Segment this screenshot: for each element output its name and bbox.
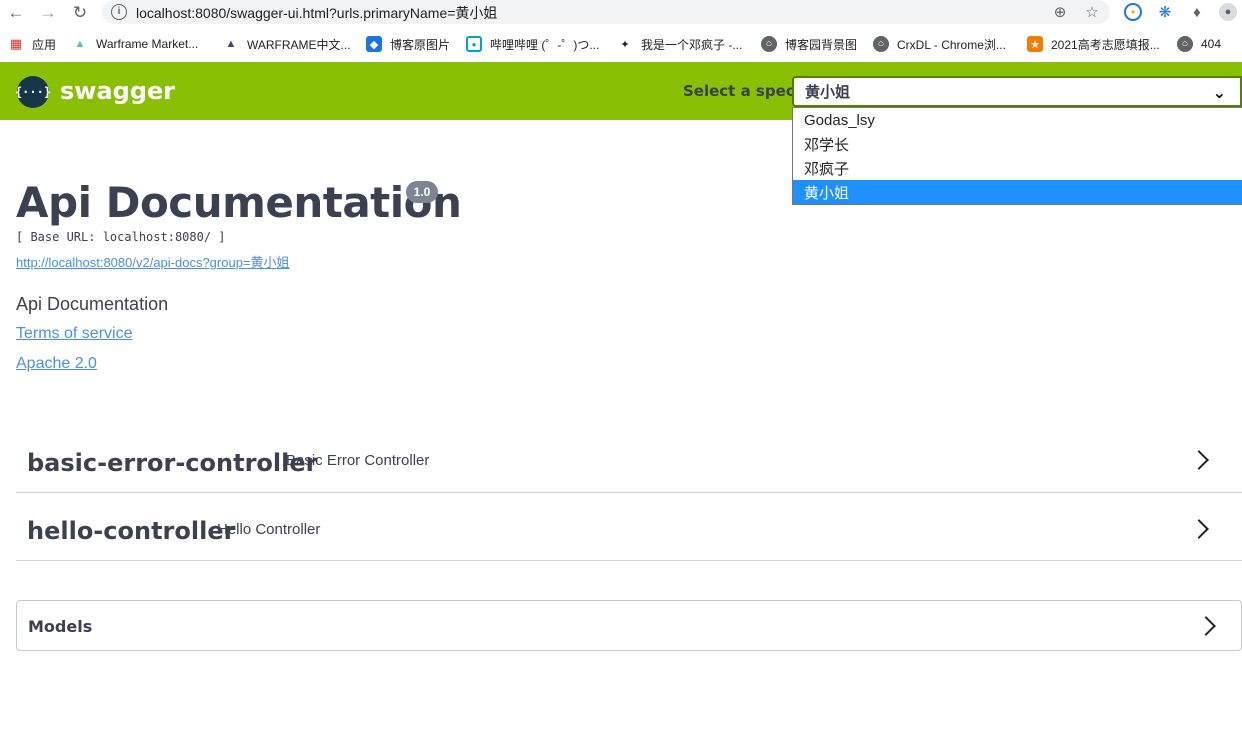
- models-title: Models: [28, 617, 93, 636]
- site-info-icon[interactable]: i: [111, 4, 127, 20]
- bookmark-apps[interactable]: ▦ 应用: [8, 35, 56, 53]
- extension-google-icon[interactable]: •: [1124, 3, 1142, 21]
- bookmark-blog-images[interactable]: ◆ 博客原图片: [366, 35, 450, 53]
- globe-icon: ○: [873, 36, 889, 52]
- reload-icon[interactable]: ↻: [69, 2, 91, 24]
- models-section[interactable]: Models: [16, 600, 1242, 651]
- bookmark-label: 博客园背景图: [785, 37, 858, 52]
- bookmark-label: Warframe Market...: [96, 37, 199, 51]
- zoom-icon[interactable]: ⊕: [1050, 2, 1070, 22]
- api-title: Api Documentation: [16, 178, 462, 227]
- controller-name[interactable]: hello-controller: [27, 517, 235, 545]
- bookmark-star-icon[interactable]: ☆: [1082, 2, 1102, 22]
- back-arrow-icon[interactable]: ←: [5, 2, 27, 24]
- warframe-market-icon: ▲: [74, 38, 86, 50]
- chevron-right-icon[interactable]: [1196, 616, 1216, 636]
- bilibili-icon: ●: [466, 36, 482, 52]
- spec-option[interactable]: Godas_lsy: [793, 108, 1242, 132]
- base-url: [ Base URL: localhost:8080/ ]: [16, 230, 226, 244]
- api-docs-link[interactable]: http://localhost:8080/v2/api-docs?group=…: [16, 252, 290, 271]
- controller-section-hello[interactable]: hello-controller Hello Controller: [16, 493, 1242, 561]
- bookmark-label: WARFRAME中文...: [247, 37, 351, 52]
- extensions-puzzle-icon[interactable]: ♦: [1188, 3, 1206, 21]
- bookmark-label: 我是一个邓疯子 -...: [641, 37, 743, 52]
- forward-arrow-icon[interactable]: →: [37, 2, 59, 24]
- address-url[interactable]: localhost:8080/swagger-ui.html?urls.prim…: [136, 3, 497, 23]
- bookmark-label: 哔哩哔哩 (゜-゜)つ...: [490, 37, 600, 52]
- bookmark-crxdl[interactable]: ○ CrxDL - Chrome浏...: [873, 35, 1006, 53]
- version-badge: 1.0: [406, 181, 438, 203]
- ninja-icon: ✦: [620, 38, 630, 51]
- bookmark-warframe-market[interactable]: ▲ Warframe Market...: [72, 35, 199, 53]
- bookmark-label: 2021高考志愿填报...: [1051, 37, 1160, 52]
- spec-dropdown-list: Godas_lsy 邓学长 邓疯子 黄小姐: [792, 107, 1242, 205]
- bookmark-label: CrxDL - Chrome浏...: [897, 37, 1006, 52]
- globe-icon: ○: [1177, 36, 1193, 52]
- bookmark-blog-bg[interactable]: ○ 博客园背景图: [761, 35, 857, 53]
- spec-option[interactable]: 邓疯子: [793, 156, 1242, 180]
- bookmark-label: 博客原图片: [390, 37, 451, 52]
- spec-option[interactable]: 邓学长: [793, 132, 1242, 156]
- page-root: ← → ↻ i localhost:8080/swagger-ui.html?u…: [0, 0, 1242, 743]
- select-spec-label: Select a spec: [683, 82, 795, 100]
- bookmark-dengfengzi[interactable]: ✦ 我是一个邓疯子 -...: [617, 35, 742, 53]
- chevron-right-icon[interactable]: [1189, 519, 1209, 539]
- bookmark-label: 404: [1201, 37, 1222, 51]
- controller-description: Basic Error Controller: [286, 452, 430, 469]
- apps-grid-icon: ▦: [9, 36, 23, 51]
- bookmark-label: 应用: [32, 37, 57, 52]
- spec-select[interactable]: 黄小姐 ⌄: [792, 76, 1242, 107]
- spec-option-selected[interactable]: 黄小姐: [793, 180, 1242, 204]
- gaokao-icon: ★: [1027, 36, 1043, 52]
- globe-icon: ○: [761, 36, 777, 52]
- extension-react-icon[interactable]: ❋: [1156, 3, 1174, 21]
- license-link[interactable]: Apache 2.0: [16, 355, 97, 373]
- blog-image-icon: ◆: [366, 36, 382, 52]
- spec-selected-value: 黄小姐: [805, 84, 851, 101]
- controller-name[interactable]: basic-error-controller: [27, 449, 317, 477]
- controller-section-basic-error[interactable]: basic-error-controller Basic Error Contr…: [16, 429, 1242, 493]
- terms-of-service-link[interactable]: Terms of service: [16, 325, 132, 343]
- bookmarks-bar: ▦ 应用 ▲ Warframe Market... ▲ WARFRAME中文..…: [0, 30, 1242, 58]
- api-description: Api Documentation: [16, 294, 169, 314]
- warframe-icon: ▲: [225, 38, 237, 50]
- bookmark-bilibili[interactable]: ● 哔哩哔哩 (゜-゜)つ...: [466, 35, 599, 53]
- bookmark-gaokao[interactable]: ★ 2021高考志愿填报...: [1027, 35, 1160, 53]
- chevron-down-icon: ⌄: [1212, 85, 1226, 102]
- chevron-right-icon[interactable]: [1189, 450, 1209, 470]
- bookmark-404[interactable]: ○ 404: [1177, 35, 1221, 53]
- browser-toolbar: ← → ↻ i localhost:8080/swagger-ui.html?u…: [0, 0, 1242, 26]
- swagger-logo-text[interactable]: swagger: [60, 77, 175, 105]
- bookmark-warframe-cn[interactable]: ▲ WARFRAME中文...: [223, 35, 351, 53]
- profile-avatar-icon[interactable]: ●: [1219, 3, 1237, 21]
- swagger-logo-icon[interactable]: {···}: [15, 76, 51, 108]
- address-bar[interactable]: i localhost:8080/swagger-ui.html?urls.pr…: [102, 0, 1110, 24]
- controller-description: Hello Controller: [217, 521, 321, 538]
